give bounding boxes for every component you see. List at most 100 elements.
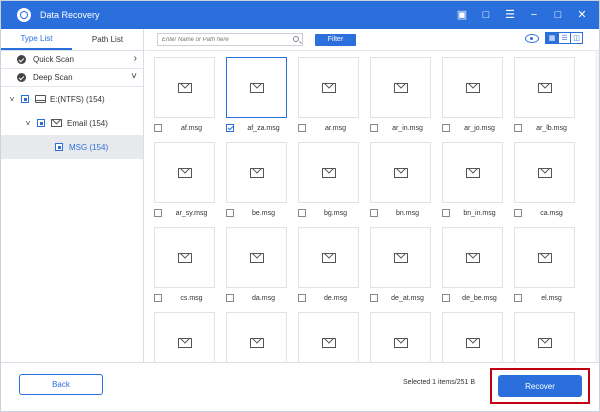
file-thumbnail[interactable] bbox=[226, 57, 287, 118]
file-thumbnail[interactable] bbox=[226, 312, 287, 362]
minimize-icon[interactable]: − bbox=[527, 8, 541, 22]
file-thumbnail[interactable] bbox=[226, 227, 287, 288]
tree-item-msg[interactable]: MSG (154) bbox=[1, 135, 143, 159]
search-input[interactable] bbox=[162, 36, 287, 43]
file-thumbnail[interactable] bbox=[514, 142, 575, 203]
menu-icon[interactable]: ☰ bbox=[503, 8, 517, 22]
close-icon[interactable]: ✕ bbox=[575, 8, 589, 22]
file-checkbox[interactable] bbox=[226, 124, 234, 132]
file-checkbox[interactable] bbox=[226, 294, 234, 302]
file-thumbnail[interactable] bbox=[298, 227, 359, 288]
file-thumbnail[interactable] bbox=[298, 57, 359, 118]
tab-type-list[interactable]: Type List bbox=[1, 29, 72, 50]
thumbnail-view-icon[interactable]: ▦ bbox=[546, 33, 558, 43]
file-card[interactable]: ar_sy.msg bbox=[154, 142, 215, 217]
file-thumbnail[interactable] bbox=[154, 312, 215, 362]
email-checkbox[interactable] bbox=[37, 119, 45, 127]
file-thumbnail[interactable] bbox=[226, 142, 287, 203]
file-card[interactable]: be.msg bbox=[226, 142, 287, 217]
msg-checkbox[interactable] bbox=[55, 143, 63, 151]
file-checkbox[interactable] bbox=[154, 209, 162, 217]
recover-button[interactable]: Recover bbox=[498, 375, 582, 397]
maximize-icon[interactable]: □ bbox=[551, 8, 565, 22]
file-checkbox[interactable] bbox=[514, 294, 522, 302]
file-card[interactable]: bn_in.msg bbox=[442, 142, 503, 217]
file-thumbnail[interactable] bbox=[370, 312, 431, 362]
file-card[interactable]: af_za.msg bbox=[226, 57, 287, 132]
file-card[interactable]: ar_lb.msg bbox=[514, 57, 575, 132]
file-thumbnail[interactable] bbox=[154, 57, 215, 118]
file-thumbnail[interactable] bbox=[514, 227, 575, 288]
grid-scrollbar[interactable] bbox=[595, 51, 599, 362]
filter-button[interactable]: Filter bbox=[315, 33, 356, 46]
file-card[interactable] bbox=[514, 312, 575, 362]
file-card[interactable]: cs.msg bbox=[154, 227, 215, 302]
file-thumbnail[interactable] bbox=[154, 142, 215, 203]
file-checkbox[interactable] bbox=[514, 209, 522, 217]
file-checkbox[interactable] bbox=[298, 294, 306, 302]
deep-scan-row[interactable]: Deep Scan ˅ bbox=[1, 69, 143, 87]
file-card[interactable]: bn.msg bbox=[370, 142, 431, 217]
file-thumbnail[interactable] bbox=[514, 312, 575, 362]
file-card[interactable]: el.msg bbox=[514, 227, 575, 302]
file-card[interactable]: ca.msg bbox=[514, 142, 575, 217]
file-card[interactable]: de_at.msg bbox=[370, 227, 431, 302]
file-checkbox[interactable] bbox=[370, 209, 378, 217]
file-thumbnail[interactable] bbox=[370, 227, 431, 288]
file-checkbox[interactable] bbox=[154, 124, 162, 132]
file-card[interactable]: ar.msg bbox=[298, 57, 359, 132]
tree-item-drive[interactable]: ˅ E:(NTFS) (154) bbox=[1, 87, 143, 111]
file-card[interactable]: de.msg bbox=[298, 227, 359, 302]
file-thumbnail[interactable] bbox=[154, 227, 215, 288]
file-checkbox[interactable] bbox=[370, 294, 378, 302]
file-checkbox[interactable] bbox=[442, 294, 450, 302]
file-card[interactable]: ar_jo.msg bbox=[442, 57, 503, 132]
file-checkbox[interactable] bbox=[514, 124, 522, 132]
file-thumbnail[interactable] bbox=[442, 312, 503, 362]
file-thumbnail[interactable] bbox=[442, 57, 503, 118]
expand-arrow-icon[interactable]: ˅ bbox=[7, 95, 17, 104]
file-caption: af_za.msg bbox=[226, 123, 301, 133]
back-button[interactable]: Back bbox=[19, 374, 103, 395]
list-view-icon[interactable]: ☰ bbox=[558, 33, 570, 43]
file-thumbnail[interactable] bbox=[370, 57, 431, 118]
file-thumbnail[interactable] bbox=[298, 142, 359, 203]
file-card[interactable] bbox=[226, 312, 287, 362]
file-caption: ar_sy.msg bbox=[154, 208, 229, 218]
file-card[interactable]: af.msg bbox=[154, 57, 215, 132]
file-card[interactable]: de_be.msg bbox=[442, 227, 503, 302]
drive-checkbox[interactable] bbox=[21, 95, 29, 103]
file-checkbox[interactable] bbox=[226, 209, 234, 217]
chevron-down-icon[interactable]: ˅ bbox=[131, 71, 137, 82]
quick-scan-row[interactable]: Quick Scan › bbox=[1, 51, 143, 69]
preview-eye-icon[interactable] bbox=[525, 34, 539, 43]
save-icon[interactable]: □ bbox=[479, 8, 493, 22]
file-checkbox[interactable] bbox=[298, 209, 306, 217]
file-thumbnail[interactable] bbox=[298, 312, 359, 362]
view-switch: ▦ ☰ ◫ bbox=[545, 32, 583, 44]
detail-view-icon[interactable]: ◫ bbox=[570, 33, 582, 43]
chevron-right-icon[interactable]: › bbox=[134, 53, 137, 64]
file-thumbnail[interactable] bbox=[442, 142, 503, 203]
file-card[interactable] bbox=[298, 312, 359, 362]
file-card[interactable] bbox=[370, 312, 431, 362]
file-card[interactable]: da.msg bbox=[226, 227, 287, 302]
search-icon[interactable] bbox=[293, 36, 299, 42]
file-checkbox[interactable] bbox=[370, 124, 378, 132]
tab-path-list[interactable]: Path List bbox=[72, 29, 143, 50]
file-card[interactable] bbox=[442, 312, 503, 362]
search-box[interactable] bbox=[157, 33, 303, 46]
file-thumbnail[interactable] bbox=[370, 142, 431, 203]
file-card[interactable]: bg.msg bbox=[298, 142, 359, 217]
file-thumbnail[interactable] bbox=[442, 227, 503, 288]
file-checkbox[interactable] bbox=[154, 294, 162, 302]
file-card[interactable] bbox=[154, 312, 215, 362]
tree-item-email[interactable]: ˅ Email (154) bbox=[1, 111, 143, 135]
file-checkbox[interactable] bbox=[298, 124, 306, 132]
feedback-icon[interactable]: ▣ bbox=[455, 8, 469, 22]
file-checkbox[interactable] bbox=[442, 209, 450, 217]
expand-arrow-icon[interactable]: ˅ bbox=[23, 119, 33, 128]
file-card[interactable]: ar_in.msg bbox=[370, 57, 431, 132]
file-thumbnail[interactable] bbox=[514, 57, 575, 118]
file-checkbox[interactable] bbox=[442, 124, 450, 132]
